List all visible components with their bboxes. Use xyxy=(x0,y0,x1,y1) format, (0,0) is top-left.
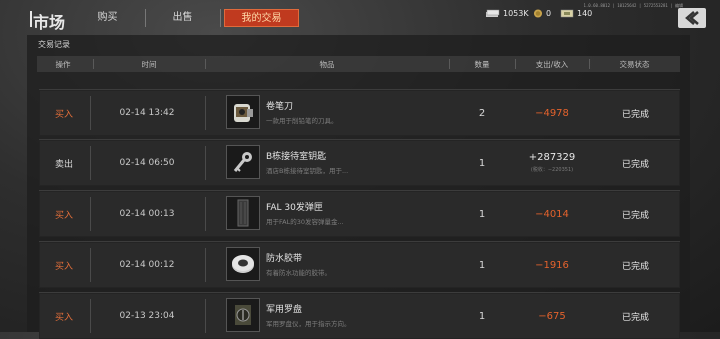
tab-my-trades[interactable]: 我的交易 xyxy=(224,9,299,27)
row-time: 02-14 00:13 xyxy=(119,209,175,219)
row-status: 已完成 xyxy=(621,312,649,323)
row-operation: 卖出 xyxy=(54,159,73,170)
item-description: 用于FAL的30发容弹量金... xyxy=(266,218,344,226)
bond-ticket-icon xyxy=(560,9,574,18)
row-amount: −1916 xyxy=(535,259,569,271)
row-item: 卷笔刀 一款用于削铅笔的刀具。 xyxy=(226,90,446,136)
row-time: 02-14 13:42 xyxy=(119,108,175,118)
magazine-icon xyxy=(226,196,260,230)
row-status: 已完成 xyxy=(621,210,649,221)
table-row[interactable]: 卖出 02-14 06:50 B栋接待室钥匙 酒店B栋接待室钥匙，用于... 1… xyxy=(39,139,680,186)
row-quantity: 1 xyxy=(478,208,486,220)
tab-sell[interactable]: 出售 xyxy=(145,9,221,27)
panel-title: 交易记录 xyxy=(38,40,70,49)
col-operation: 操作 xyxy=(55,60,71,69)
row-quantity: 1 xyxy=(478,157,486,169)
row-time: 02-13 23:04 xyxy=(119,311,175,321)
row-amount-cell: +287329 (税收：−220351) xyxy=(515,140,589,186)
currency-cash: 1053K xyxy=(486,9,529,18)
table-row[interactable]: 买入 02-14 00:13 FAL 30发弹匣 用于FAL的30发容弹量金..… xyxy=(39,190,680,237)
col-amount: 支出/收入 xyxy=(535,60,569,69)
table-row[interactable]: 买入 02-14 13:42 卷笔刀 一款用于削铅笔的刀具。 2 −4978 已… xyxy=(39,89,680,136)
top-bar: 市场 购买 出售 我的交易 1053K 0 140 1.0.60.8012 | … xyxy=(0,0,720,34)
item-description: 军用罗盘仪，用于指示方向。 xyxy=(266,320,351,328)
item-description: 一款用于削铅笔的刀具。 xyxy=(266,117,338,125)
row-item: B栋接待室钥匙 酒店B栋接待室钥匙，用于... xyxy=(226,140,446,186)
row-operation: 买入 xyxy=(54,312,73,323)
row-time: 02-14 06:50 xyxy=(119,158,175,168)
currency-coin-value: 0 xyxy=(546,9,552,18)
col-time: 时间 xyxy=(141,60,157,69)
compass-icon xyxy=(226,298,260,332)
item-name: 军用罗盘 xyxy=(266,305,303,315)
row-amount: −4978 xyxy=(535,107,569,119)
item-description: 有着防水功能的胶带。 xyxy=(266,269,331,277)
back-button[interactable] xyxy=(678,8,706,28)
row-operation: 买入 xyxy=(54,261,73,272)
row-tax: (税收：−220351) xyxy=(530,167,574,173)
table-row[interactable]: 买入 02-14 00:12 防水胶带 有着防水功能的胶带。 1 −1916 已… xyxy=(39,241,680,288)
col-quantity: 数量 xyxy=(474,60,490,69)
cash-stack-icon xyxy=(486,9,500,17)
row-status: 已完成 xyxy=(621,261,649,272)
row-item: FAL 30发弹匣 用于FAL的30发容弹量金... xyxy=(226,191,446,237)
key-icon xyxy=(226,145,260,179)
row-amount: +287329 xyxy=(528,152,576,163)
currency-coin: 0 xyxy=(533,9,551,18)
item-name: FAL 30发弹匣 xyxy=(266,203,323,213)
tab-buy[interactable]: 购买 xyxy=(70,9,146,27)
col-status: 交易状态 xyxy=(619,60,650,69)
chevron-left-icon xyxy=(685,11,699,25)
version-info: 1.0.60.8012 | 10125642 | 5272553281 | 编辑 xyxy=(583,3,683,8)
row-status: 已完成 xyxy=(621,109,649,120)
item-name: 卷笔刀 xyxy=(266,102,294,112)
row-quantity: 2 xyxy=(478,107,486,119)
tape-roll-icon xyxy=(226,247,260,281)
row-status: 已完成 xyxy=(621,159,649,170)
row-amount: −675 xyxy=(538,310,566,322)
gold-coin-icon xyxy=(533,9,543,18)
currency-cash-value: 1053K xyxy=(503,9,529,18)
page-title: 市场 xyxy=(33,13,66,32)
row-time: 02-14 00:12 xyxy=(119,260,175,270)
row-operation: 买入 xyxy=(54,210,73,221)
item-name: B栋接待室钥匙 xyxy=(266,152,327,162)
item-name: 防水胶带 xyxy=(266,254,303,264)
pencil-sharpener-icon xyxy=(226,95,260,129)
currency-bond-value: 140 xyxy=(577,9,593,18)
row-amount: −4014 xyxy=(535,208,569,220)
row-quantity: 1 xyxy=(478,259,486,271)
row-quantity: 1 xyxy=(478,310,486,322)
trade-records-panel: 交易记录 操作 时间 物品 数量 支出/收入 交易状态 买入 02-14 13:… xyxy=(27,35,690,339)
title-marker xyxy=(30,11,32,27)
item-description: 酒店B栋接待室钥匙，用于... xyxy=(266,167,349,175)
currency-bond: 140 xyxy=(560,9,592,18)
table-header: 操作 时间 物品 数量 支出/收入 交易状态 xyxy=(37,56,680,72)
row-operation: 买入 xyxy=(54,109,73,120)
col-item: 物品 xyxy=(319,60,335,69)
row-item: 军用罗盘 军用罗盘仪，用于指示方向。 xyxy=(226,293,446,339)
row-item: 防水胶带 有着防水功能的胶带。 xyxy=(226,242,446,288)
